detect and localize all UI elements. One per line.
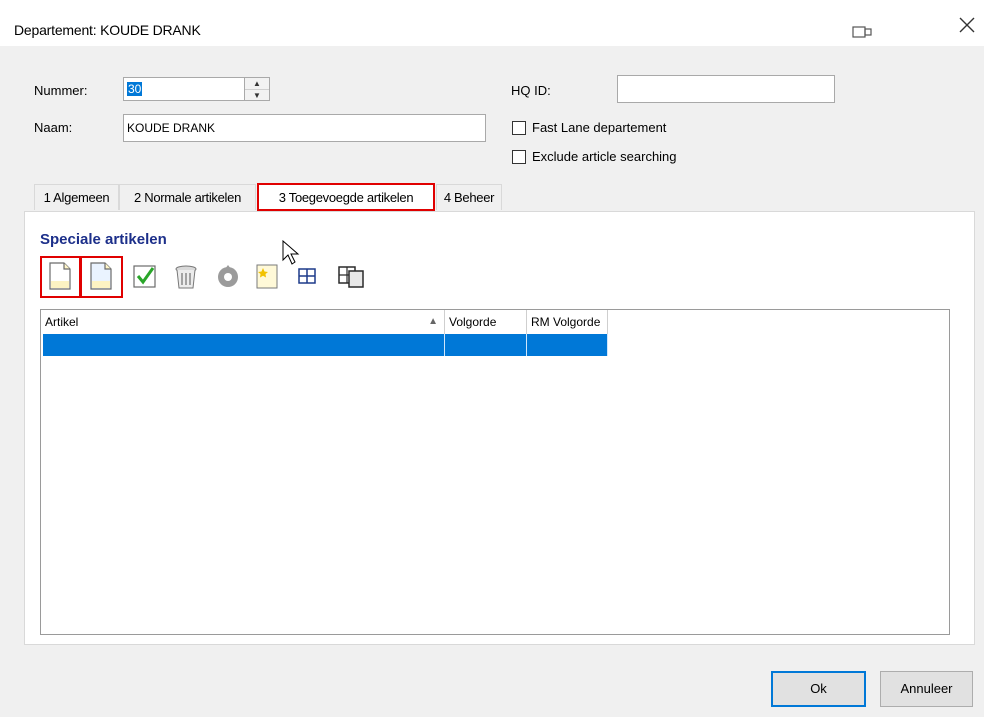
refresh-gear-icon[interactable]: [215, 261, 241, 291]
section-title: Speciale artikelen: [40, 231, 167, 248]
nummer-spinner[interactable]: ▲ ▼: [244, 77, 270, 101]
exclude-searching-checkbox[interactable]: [512, 150, 526, 164]
window-copy-icon[interactable]: [337, 261, 364, 291]
tab-toegevoegde-artikelen[interactable]: 3 Toegevoegde artikelen: [257, 183, 435, 211]
window-title: Departement: KOUDE DRANK: [14, 22, 201, 38]
close-icon[interactable]: [958, 16, 976, 40]
fast-lane-checkbox[interactable]: [512, 121, 526, 135]
table-cell[interactable]: [527, 334, 608, 356]
column-header-artikel[interactable]: Artikel ▲: [41, 310, 445, 334]
fast-lane-label: Fast Lane departement: [532, 120, 667, 135]
column-header-rm-volgorde[interactable]: RM Volgorde: [527, 310, 608, 334]
mouse-cursor-icon: [282, 239, 300, 269]
hqid-label: HQ ID:: [511, 83, 551, 98]
checkmark-icon[interactable]: [132, 261, 158, 291]
naam-label: Naam:: [34, 120, 73, 135]
naam-input[interactable]: KOUDE DRANK: [123, 114, 486, 142]
new-document-copy-icon[interactable]: [88, 261, 114, 291]
ok-button[interactable]: Ok: [771, 671, 866, 707]
hqid-input[interactable]: [617, 75, 835, 103]
restore-window-icon[interactable]: [852, 22, 872, 45]
trash-bin-icon[interactable]: [173, 261, 199, 291]
exclude-searching-label: Exclude article searching: [532, 149, 677, 164]
table-cell[interactable]: [445, 334, 527, 356]
tab-normale-artikelen[interactable]: 2 Normale artikelen: [119, 184, 256, 210]
tab-algemeen[interactable]: 1 Algemeen: [34, 184, 119, 210]
title-bar: Departement: KOUDE DRANK: [0, 0, 984, 46]
table-row[interactable]: [43, 334, 445, 356]
new-document-icon[interactable]: [47, 261, 73, 291]
cancel-button[interactable]: Annuleer: [880, 671, 973, 707]
nummer-label: Nummer:: [34, 83, 88, 98]
favorite-note-icon[interactable]: [254, 261, 280, 291]
spin-up-icon[interactable]: ▲: [245, 78, 269, 90]
nummer-value: 30: [127, 82, 143, 96]
articles-grid[interactable]: Artikel ▲ Volgorde RM Volgorde: [40, 309, 950, 635]
sort-ascending-icon[interactable]: ▲: [428, 310, 438, 334]
column-label-artikel: Artikel: [45, 315, 79, 329]
nummer-input[interactable]: 30: [123, 77, 245, 101]
spin-down-icon[interactable]: ▼: [245, 90, 269, 101]
column-header-volgorde[interactable]: Volgorde: [445, 310, 527, 334]
tab-beheer[interactable]: 4 Beheer: [436, 184, 502, 210]
